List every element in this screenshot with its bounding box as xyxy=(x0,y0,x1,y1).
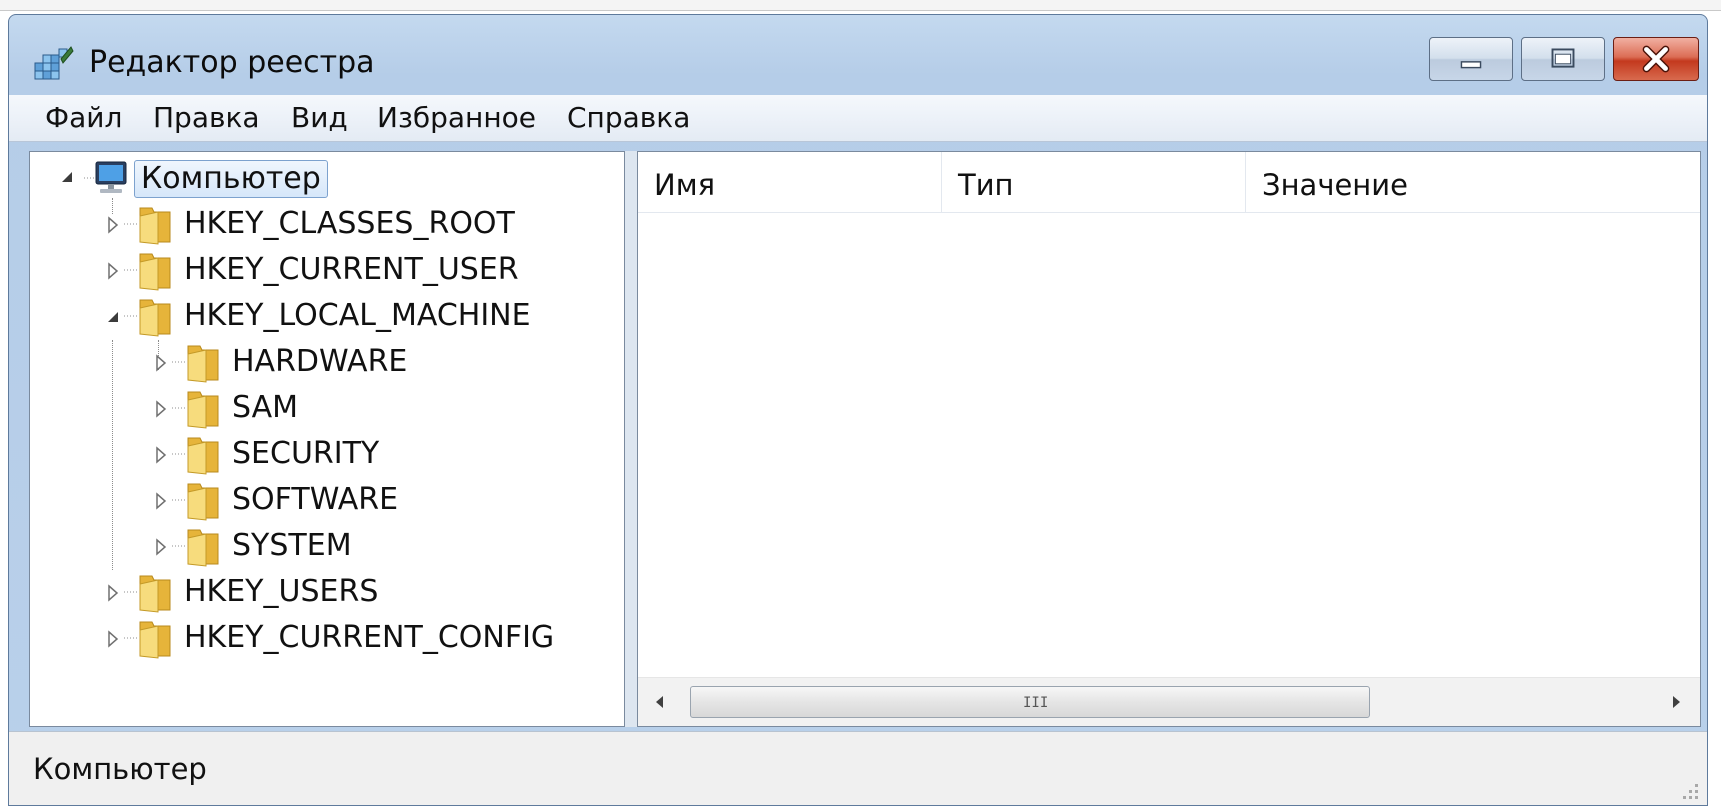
folder-icon xyxy=(172,345,219,383)
tree-item-hardware[interactable]: HARDWARE xyxy=(30,340,590,384)
tree-item-hkey-users[interactable]: HKEY_USERS xyxy=(30,570,590,614)
tree-label: SAM xyxy=(232,390,299,425)
title-bar[interactable]: Редактор реестра xyxy=(9,15,1707,95)
menu-file[interactable]: Файл xyxy=(45,101,122,134)
folder-icon xyxy=(172,483,219,521)
folder-icon xyxy=(124,621,171,659)
column-header-label: Тип xyxy=(958,168,1014,202)
folder-icon xyxy=(124,253,171,291)
column-header-label: Значение xyxy=(1262,168,1408,202)
collapse-arrow-icon xyxy=(108,312,118,322)
window-title: Редактор реестра xyxy=(89,45,375,80)
horizontal-scrollbar[interactable]: III xyxy=(638,677,1700,726)
scroll-left-icon[interactable] xyxy=(648,690,672,714)
tree-label: HKEY_USERS xyxy=(184,574,379,609)
tree-label: HKEY_LOCAL_MACHINE xyxy=(184,298,531,333)
folder-icon xyxy=(124,207,171,245)
close-button[interactable] xyxy=(1613,37,1699,81)
column-header-value[interactable]: Значение xyxy=(1246,152,1700,212)
menu-favorites[interactable]: Избранное xyxy=(377,101,536,134)
tree-label: HKEY_CURRENT_USER xyxy=(184,252,519,287)
expand-arrow-icon xyxy=(108,262,119,280)
tree-item-hkey-classes-root[interactable]: HKEY_CLASSES_ROOT xyxy=(30,202,590,246)
expand-arrow-icon xyxy=(156,446,167,464)
menu-view[interactable]: Вид xyxy=(291,101,348,134)
tree-label-computer: Компьютер xyxy=(134,160,328,198)
scroll-right-icon[interactable] xyxy=(1664,690,1688,714)
folder-icon xyxy=(172,437,219,475)
expand-arrow-icon xyxy=(156,538,167,556)
header-divider xyxy=(638,212,1700,213)
collapse-arrow-icon xyxy=(62,172,72,182)
menu-bar: Файл Правка Вид Избранное Справка xyxy=(9,95,1707,142)
registry-editor-icon xyxy=(34,46,74,80)
expand-arrow-icon xyxy=(156,354,167,372)
tree-item-hkey-local-machine[interactable]: HKEY_LOCAL_MACHINE xyxy=(30,294,590,338)
tree-label: SOFTWARE xyxy=(232,482,399,517)
maximize-button[interactable] xyxy=(1521,37,1605,81)
tree-label: HKEY_CLASSES_ROOT xyxy=(184,206,515,241)
expand-arrow-icon xyxy=(108,584,119,602)
expand-arrow-icon xyxy=(108,216,119,234)
tree-item-software[interactable]: SOFTWARE xyxy=(30,478,590,522)
folder-icon xyxy=(172,529,219,567)
column-header-name[interactable]: Имя xyxy=(638,152,942,212)
status-bar: Компьютер xyxy=(9,731,1707,805)
folder-icon xyxy=(172,391,219,429)
tree-label: SECURITY xyxy=(232,436,380,471)
expand-arrow-icon xyxy=(108,630,119,648)
scrollbar-thumb[interactable]: III xyxy=(690,686,1370,718)
expand-arrow-icon xyxy=(156,400,167,418)
tree-item-hkey-current-user[interactable]: HKEY_CURRENT_USER xyxy=(30,248,590,292)
resize-grip-icon[interactable] xyxy=(1675,776,1701,802)
tree-item-sam[interactable]: SAM xyxy=(30,386,590,430)
status-path: Компьютер xyxy=(33,752,207,786)
values-list-pane[interactable]: Имя Тип Значение III xyxy=(637,151,1701,727)
column-header-label: Имя xyxy=(654,168,716,202)
folder-icon xyxy=(124,575,171,613)
maximize-icon xyxy=(1551,48,1575,68)
minimize-icon xyxy=(1460,61,1482,69)
computer-icon xyxy=(84,161,127,193)
registry-editor-window: Редактор реестра Файл Правка Вид Избранн… xyxy=(8,14,1708,806)
tree-item-security[interactable]: SECURITY xyxy=(30,432,590,476)
desktop-top-strip xyxy=(0,0,1721,11)
tree-item-system[interactable]: SYSTEM xyxy=(30,524,590,568)
folder-icon xyxy=(124,299,171,337)
menu-edit[interactable]: Правка xyxy=(153,101,260,134)
expand-arrow-icon xyxy=(156,492,167,510)
pane-splitter[interactable] xyxy=(625,151,637,727)
close-icon xyxy=(1642,45,1670,73)
tree-label: SYSTEM xyxy=(232,528,352,563)
key-tree-pane[interactable]: Компьютер HKEY_CLASSES_ROOT HKEY_CURRENT… xyxy=(29,151,625,727)
tree-label: HARDWARE xyxy=(232,344,408,379)
tree-item-hkey-current-config[interactable]: HKEY_CURRENT_CONFIG xyxy=(30,616,610,660)
scrollbar-grip: III xyxy=(1023,695,1049,711)
tree-label: HKEY_CURRENT_CONFIG xyxy=(184,620,555,655)
tree-item-computer[interactable]: Компьютер xyxy=(30,156,430,200)
column-header-type[interactable]: Тип xyxy=(942,152,1246,212)
menu-help[interactable]: Справка xyxy=(567,101,690,134)
minimize-button[interactable] xyxy=(1429,37,1513,81)
